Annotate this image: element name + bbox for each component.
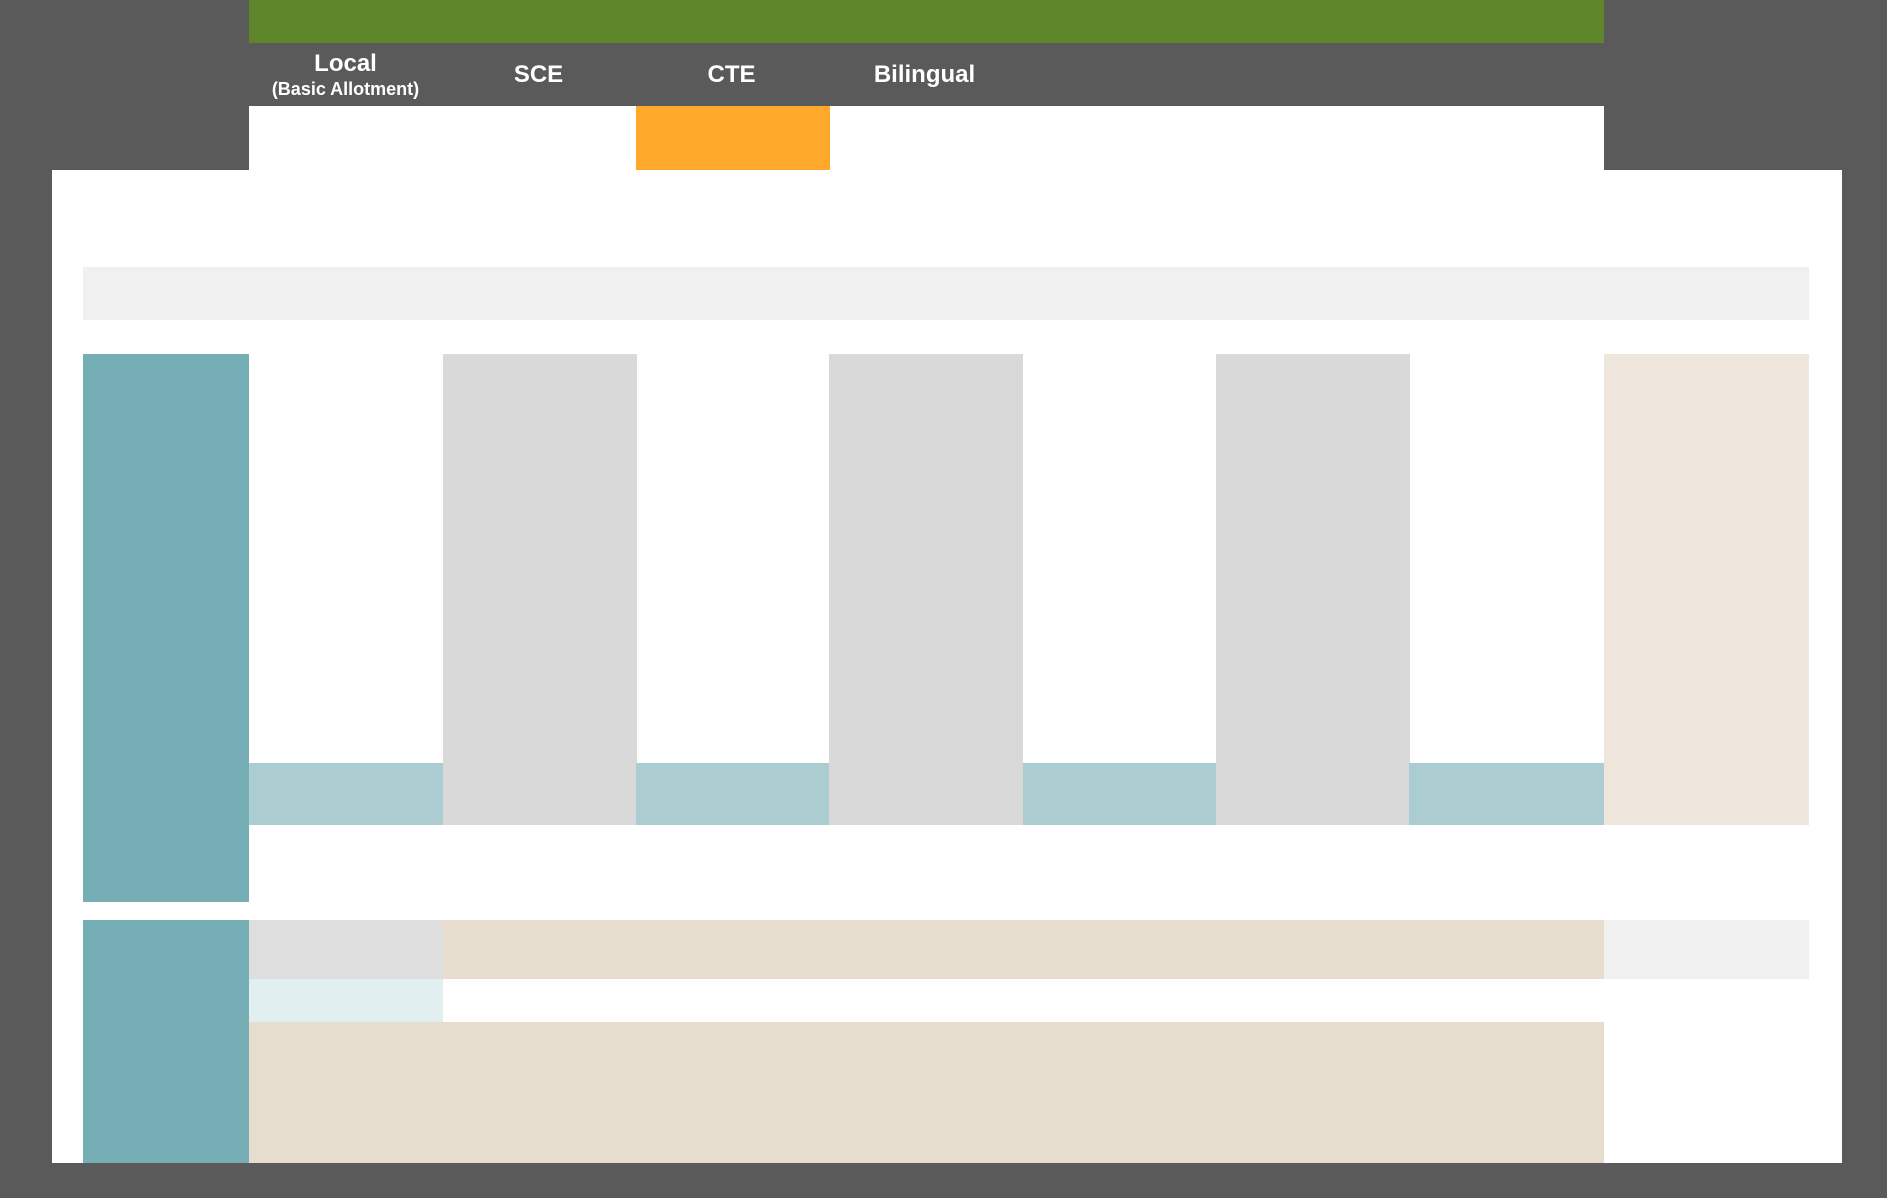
tab-local-label: Local (314, 49, 377, 77)
gray-column-2 (829, 354, 1023, 825)
tab-bilingual-label: Bilingual (873, 60, 976, 88)
tab-sce[interactable]: SCE (442, 43, 635, 106)
teal-row-cell-4 (1409, 763, 1604, 825)
lower-row2-pale-teal-cell (249, 979, 443, 1022)
tab-bilingual[interactable]: Bilingual (828, 43, 1021, 106)
tab-sce-label: SCE (513, 60, 564, 88)
active-tab-indicator (636, 106, 830, 170)
section-header-strip (83, 267, 1809, 320)
teal-row-cell-2 (636, 763, 829, 825)
tab-local[interactable]: Local (Basic Allotment) (249, 43, 442, 106)
app-frame: Local (Basic Allotment) SCE CTE Bilingua… (0, 0, 1887, 1198)
gray-column-3 (1216, 354, 1410, 825)
lower-beige-block (249, 1022, 1604, 1163)
lower-row1-gray-cell (249, 920, 443, 979)
tab-bar: Local (Basic Allotment) SCE CTE Bilingua… (249, 43, 1604, 106)
right-total-column (1604, 354, 1809, 825)
left-label-block-lower (83, 920, 249, 1163)
teal-row-cell-1 (249, 763, 443, 825)
teal-row-cell-3 (1023, 763, 1216, 825)
tab-cte[interactable]: CTE (635, 43, 828, 106)
tab-content-strip (249, 106, 1604, 170)
tab-cte-label: CTE (707, 60, 756, 88)
gray-column-1 (443, 354, 637, 825)
lower-row1-right-cell (1604, 920, 1809, 979)
tab-local-sublabel: (Basic Allotment) (271, 78, 420, 99)
lower-row1-beige-cell (443, 920, 1604, 979)
top-banner (249, 0, 1604, 43)
left-label-block-upper (83, 354, 249, 902)
